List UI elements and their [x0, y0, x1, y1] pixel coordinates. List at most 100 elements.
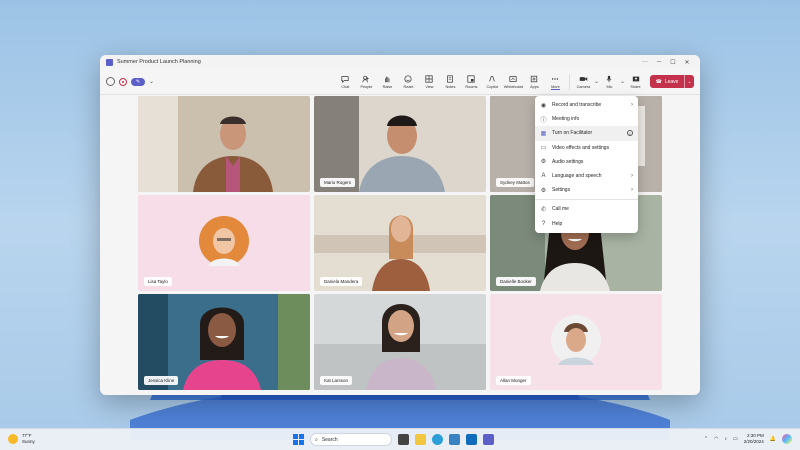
system-tray: ⌃ ◠ ♪ ▭ 2:30 PM 2/20/2024 🔔 [704, 433, 792, 445]
copilot-button[interactable]: Copilot [482, 74, 503, 89]
close-icon[interactable]: ✕ [680, 59, 694, 66]
more-options-icon[interactable]: ··· [638, 59, 652, 65]
teams-icon[interactable] [483, 434, 494, 445]
teams-logo-icon [106, 58, 113, 66]
share-button[interactable]: Share [625, 74, 646, 89]
whiteboard-icon [508, 74, 518, 84]
participant-video [138, 96, 310, 192]
weather-widget[interactable]: 77°F Sunny [8, 433, 35, 444]
leave-button[interactable]: ☎ Leave ⌄ [650, 75, 694, 88]
notes-button[interactable]: Notes [440, 74, 461, 89]
camera-label: Camera [576, 85, 591, 89]
menu-divider [535, 199, 638, 201]
video-effects-icon: ▭ [540, 145, 547, 152]
menu-item-label: Help [552, 220, 563, 227]
apps-button[interactable]: Apps [524, 74, 545, 89]
react-button[interactable]: React [398, 74, 419, 89]
info-circle-icon[interactable]: i [627, 130, 633, 137]
record-icon: ◉ [540, 102, 547, 109]
chevron-right-icon: › [631, 102, 633, 109]
file-explorer-icon[interactable] [415, 434, 426, 445]
rooms-icon [466, 74, 476, 84]
more-button[interactable]: More [545, 74, 566, 90]
camera-button[interactable]: Camera [573, 74, 594, 89]
info-icon: ⓘ [540, 117, 547, 124]
task-view-icon[interactable] [398, 434, 409, 445]
settings-icon: ⚙ [540, 187, 547, 194]
sun-icon [8, 433, 18, 444]
volume-icon[interactable]: ♪ [725, 436, 728, 442]
menu-item-call-me[interactable]: ✆ Call me [535, 202, 638, 216]
raise-hand-icon [382, 74, 392, 84]
participant-name: Kat Larsson [320, 376, 353, 385]
shield-icon[interactable] [106, 77, 115, 86]
chat-icon [340, 74, 350, 84]
clock[interactable]: 2:30 PM 2/20/2024 [744, 433, 764, 445]
participant-tile[interactable] [138, 96, 310, 192]
menu-item-audio-settings[interactable]: ⚙ Audio settings [535, 155, 638, 169]
phone-hangup-icon: ☎ [655, 78, 662, 85]
menu-item-turn-on-facilitator[interactable]: ▦ Turn on Facilitator i [535, 126, 638, 141]
taskbar-search[interactable]: ⌕ Search [310, 433, 392, 446]
participant-name: Sydney Mattos [496, 178, 534, 187]
people-button[interactable]: People [356, 74, 377, 89]
menu-item-label: Video effects and settings [552, 144, 610, 151]
people-icon [361, 74, 371, 84]
participant-name: Daniela Mandera [320, 277, 363, 286]
battery-icon[interactable]: ▭ [733, 436, 738, 442]
menu-item-record-transcribe[interactable]: ◉ Record and transcribe › [535, 98, 638, 112]
menu-item-language-speech[interactable]: A Language and speech › [535, 169, 638, 183]
chevron-up-icon[interactable]: ⌃ [704, 436, 708, 442]
menu-item-video-effects[interactable]: ▭ Video effects and settings [535, 141, 638, 155]
more-label: More [551, 84, 560, 90]
chevron-down-icon[interactable]: ⌄ [149, 78, 154, 85]
maximize-icon[interactable]: ☐ [666, 59, 680, 66]
chat-button[interactable]: Chat [335, 74, 356, 89]
menu-item-label: Language and speech [552, 173, 602, 180]
edge-icon[interactable] [432, 434, 443, 445]
react-icon [403, 74, 413, 84]
whiteboard-button[interactable]: Whiteboard [503, 74, 524, 89]
search-icon: ⌕ [315, 436, 318, 443]
notification-bell-icon[interactable]: 🔔 [770, 436, 776, 442]
phone-icon: ✆ [540, 206, 547, 213]
menu-item-help[interactable]: ? Help [535, 217, 638, 231]
participant-tile[interactable]: Jessica Kline [138, 294, 310, 390]
participant-tile[interactable]: Kat Larsson [314, 294, 486, 390]
language-icon: A [541, 173, 546, 180]
copilot-pill-icon[interactable]: ✎ [131, 77, 145, 86]
participant-tile[interactable]: Lisa Taylo [138, 195, 310, 291]
mic-button[interactable]: Mic [599, 74, 620, 89]
rooms-button[interactable]: Rooms [461, 74, 482, 89]
mic-label: Mic [606, 85, 613, 89]
window-title: Summer Product Launch Planning [117, 59, 201, 65]
notes-icon [445, 74, 455, 84]
menu-item-meeting-info[interactable]: ⓘ Meeting info [535, 112, 638, 126]
participant-tile[interactable]: Daniela Mandera [314, 195, 486, 291]
participant-tile[interactable]: Mario Rogers [314, 96, 486, 192]
raise-hand-button[interactable]: Raise [377, 74, 398, 89]
more-options-menu: ◉ Record and transcribe › ⓘ Meeting info… [535, 96, 638, 233]
participant-tile[interactable]: Allan Munger [490, 294, 662, 390]
rooms-label: Rooms [465, 85, 478, 89]
wifi-icon[interactable]: ◠ [714, 436, 718, 442]
store-icon[interactable] [449, 434, 460, 445]
audio-settings-icon: ⚙ [540, 159, 547, 166]
notes-label: Notes [445, 85, 456, 89]
copilot-taskbar-icon[interactable] [782, 434, 792, 444]
participant-name: Jessica Kline [144, 376, 179, 385]
recording-icon[interactable] [119, 77, 127, 86]
leave-chevron-icon[interactable]: ⌄ [685, 79, 694, 85]
outlook-icon[interactable] [466, 434, 477, 445]
people-label: People [360, 85, 373, 89]
view-label: View [425, 85, 434, 89]
menu-item-settings[interactable]: ⚙ Settings › [535, 183, 638, 197]
windows-start-icon[interactable] [293, 434, 304, 445]
minimize-icon[interactable]: ─ [652, 59, 666, 65]
chevron-right-icon: › [631, 173, 633, 180]
more-icon [550, 74, 560, 84]
share-icon [631, 74, 641, 84]
participant-name: Mario Rogers [320, 178, 356, 187]
menu-item-label: Settings [552, 187, 571, 194]
view-button[interactable]: View [419, 74, 440, 89]
